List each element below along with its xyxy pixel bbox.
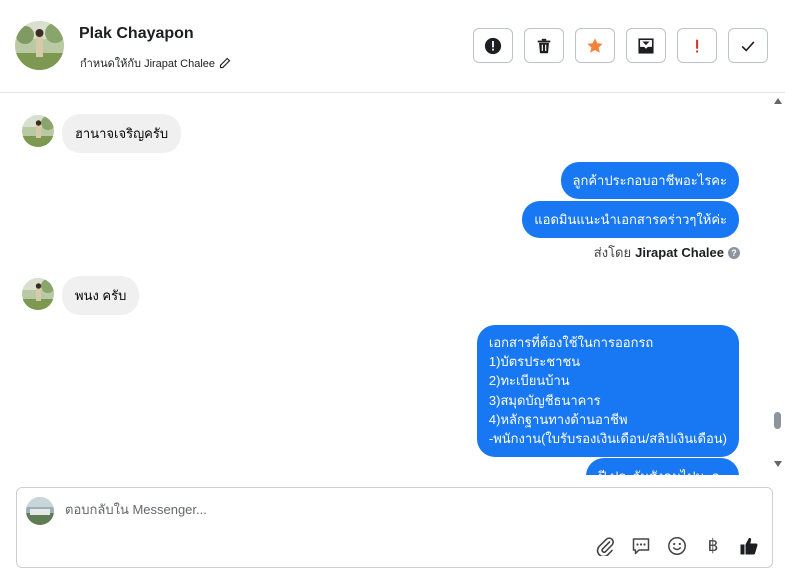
- message-line: เอกสารที่ต้องใช้ในการออกรถ: [488, 335, 654, 350]
- message-thread[interactable]: ฮานาจเจริญครับ ลูกค้าประกอบอาชีพอะไรคะ แ…: [0, 94, 770, 475]
- done-button[interactable]: [728, 28, 768, 63]
- star-icon: [587, 37, 603, 53]
- report-button[interactable]: [473, 28, 513, 63]
- assigned-to-link[interactable]: กำหนดให้กับ Jirapat Chalee: [80, 54, 231, 72]
- contact-name: Plak Chayapon: [79, 25, 194, 42]
- attach-button[interactable]: [594, 535, 616, 557]
- contact-avatar-small: [22, 278, 54, 310]
- message-line: -พนักงาน(ใบรับรองเงินเดือน/สลิปเงินเดือน…: [488, 431, 727, 447]
- sent-by-name: Jirapat Chalee: [635, 245, 724, 260]
- saved-reply-button[interactable]: [630, 535, 652, 557]
- archive-icon: [638, 37, 654, 54]
- contact-avatar-small: [22, 115, 54, 147]
- message-bubble-incoming: ฮานาจเจริญครับ: [62, 114, 182, 153]
- sent-by-prefix: ส่งโดย: [593, 245, 632, 260]
- delete-button[interactable]: [524, 28, 564, 63]
- composer-tools: ฿: [594, 535, 760, 557]
- message-line: 4)หลักฐานทางด้านอาชีพ: [488, 411, 628, 427]
- trash-icon: [537, 38, 551, 53]
- page-avatar: [26, 497, 54, 525]
- message-bubble-outgoing: แอดมินแนะนำเอกสารคร่าวๆให้ค่ะ: [522, 201, 739, 238]
- check-icon: [741, 40, 755, 52]
- saved-reply-icon: [632, 538, 650, 555]
- scroll-up-arrow-icon[interactable]: [774, 98, 782, 104]
- assigned-to-label: กำหนดให้กับ Jirapat Chalee: [80, 58, 216, 70]
- scroll-thumb[interactable]: [774, 412, 781, 429]
- payment-button[interactable]: ฿: [702, 535, 724, 557]
- report-icon: [484, 37, 502, 54]
- conversation-header: Plak Chayapon กำหนดให้กับ Jirapat Chalee: [0, 0, 785, 93]
- pencil-icon: [219, 57, 231, 69]
- scroll-down-arrow-icon[interactable]: [774, 461, 782, 467]
- follow-up-button[interactable]: [677, 28, 717, 63]
- message-bubble-outgoing: ปี ประกันสังคมไปนะคะ: [586, 458, 739, 475]
- reply-composer: ฿: [16, 487, 773, 568]
- paperclip-icon: [596, 537, 614, 556]
- action-toolbar: [473, 28, 768, 63]
- thread-scrollbar[interactable]: [770, 94, 785, 475]
- emoji-icon: [668, 537, 686, 555]
- message-line: 3)สมุดบัญชีธนาคาร: [488, 392, 601, 408]
- star-button[interactable]: [575, 28, 615, 63]
- exclamation-icon: [696, 39, 699, 52]
- message-bubble-outgoing: เอกสารที่ต้องใช้ในการออกรถ 1)บัตรประชาชน…: [476, 325, 739, 458]
- like-button[interactable]: [738, 535, 760, 557]
- archive-button[interactable]: [626, 28, 666, 63]
- message-line: 1)บัตรประชาชน: [488, 354, 581, 370]
- thumbs-up-icon: [740, 537, 758, 555]
- sent-by-label: ส่งโดย Jirapat Chalee ?: [594, 242, 740, 263]
- message-bubble-outgoing: ลูกค้าประกอบอาชีพอะไรคะ: [560, 162, 739, 199]
- help-icon[interactable]: ?: [728, 246, 740, 259]
- message-bubble-incoming: พนง ครับ: [62, 276, 140, 315]
- message-line: 2)ทะเบียนบ้าน: [488, 373, 570, 389]
- baht-icon: ฿: [707, 536, 719, 556]
- reply-input[interactable]: [65, 502, 755, 517]
- contact-avatar[interactable]: [15, 21, 64, 70]
- emoji-button[interactable]: [666, 535, 688, 557]
